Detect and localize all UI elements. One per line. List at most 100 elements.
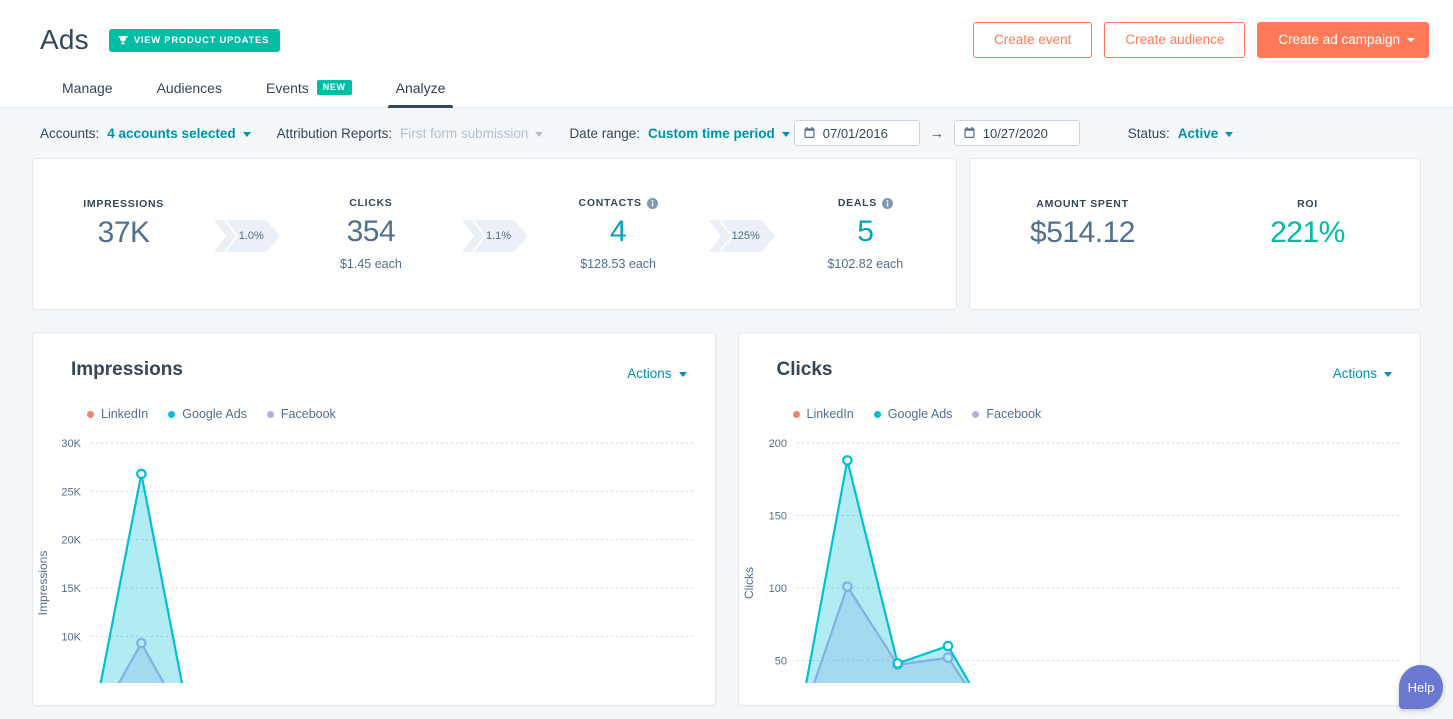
y-axis-tick-label: 200 (768, 438, 786, 450)
legend-dot-google-ads (873, 410, 881, 418)
metric-clicks: CLICKS 354 $1.45 each (280, 197, 461, 271)
metric-contacts-label-text: CONTACTS (578, 197, 642, 210)
metric-deals-value: 5 (857, 215, 874, 249)
chevron-down-icon (1225, 131, 1234, 137)
daterange-dropdown[interactable]: Custom time period (648, 126, 790, 141)
tab-audiences[interactable]: Audiences (135, 81, 244, 108)
legend-item-linkedin[interactable]: LinkedIn (792, 407, 854, 421)
chevron-down-icon (1407, 38, 1415, 42)
metric-clicks-label: CLICKS (349, 197, 393, 210)
chevron-down-icon (678, 371, 687, 377)
clicks-actions-label: Actions (1332, 365, 1377, 381)
clicks-chart-card: Clicks Actions LinkedIn Google Ads Faceb… (737, 332, 1421, 706)
create-audience-button[interactable]: Create audience (1104, 21, 1246, 59)
metric-roi-label: ROI (1297, 198, 1318, 211)
y-axis-tick-label: 10K (61, 631, 81, 643)
metric-contacts-label: CONTACTS (532, 197, 705, 209)
metric-clicks-sub: $1.45 each (339, 256, 402, 271)
metric-roi: ROI 221% (1195, 198, 1420, 270)
daterange-label: Date range: (569, 125, 640, 141)
header-actions: Create event Create audience Create ad c… (973, 21, 1429, 59)
status-dropdown[interactable]: Active (1178, 126, 1234, 141)
legend-item-google-ads[interactable]: Google Ads (873, 407, 952, 421)
tab-events[interactable]: Events NEW (244, 80, 374, 108)
legend-item-linkedin[interactable]: LinkedIn (87, 407, 148, 421)
app-header: Ads VIEW PRODUCT UPDATES Create event Cr… (0, 0, 1453, 108)
legend-item-facebook[interactable]: Facebook (972, 407, 1041, 421)
metric-clicks-value: 354 (346, 215, 396, 249)
funnel-metrics-card: IMPRESSIONS 37K 1.0% CLICKS 354 $1.45 ea… (32, 158, 957, 310)
charts-row: Impressions Actions LinkedIn Google Ads … (0, 310, 1453, 706)
metric-deals: DEALS 5 $102.82 each (775, 197, 956, 271)
clicks-plot-area[interactable]: 50 100 150 200 Clicks (739, 433, 1421, 683)
metric-roi-value: 221% (1270, 216, 1345, 250)
tab-audiences-label: Audiences (156, 80, 222, 96)
chevron-down-icon (1384, 371, 1392, 377)
conversion-rate-2-value: 1.1% (485, 230, 512, 242)
metric-amount-spent: AMOUNT SPENT $514.12 (970, 198, 1195, 270)
info-icon[interactable] (646, 197, 658, 209)
help-button[interactable]: Help (1399, 665, 1443, 709)
clicks-chart-header: Clicks Actions (739, 333, 1421, 381)
data-point[interactable] (942, 640, 953, 652)
legend-dot-google-ads (168, 410, 176, 418)
legend-label-facebook: Facebook (986, 407, 1042, 421)
data-point[interactable] (841, 455, 853, 466)
legend-label-linkedin: LinkedIn (806, 407, 854, 421)
view-product-updates-button[interactable]: VIEW PRODUCT UPDATES (108, 28, 281, 52)
metrics-row: IMPRESSIONS 37K 1.0% CLICKS 354 $1.45 ea… (0, 158, 1453, 310)
tab-manage[interactable]: Manage (40, 81, 135, 108)
accounts-value: 4 accounts selected (107, 125, 236, 141)
metric-amount-spent-value: $514.12 (1030, 216, 1135, 250)
tab-analyze[interactable]: Analyze (374, 81, 468, 108)
create-event-button[interactable]: Create event (973, 21, 1093, 59)
metric-contacts-sub: $128.53 each (580, 256, 656, 271)
daterange-value: Custom time period (647, 125, 775, 141)
date-end-value: 10/27/2020 (982, 125, 1048, 141)
legend-item-google-ads[interactable]: Google Ads (168, 407, 247, 421)
accounts-label: Accounts: (40, 125, 100, 141)
tab-events-label: Events (265, 79, 309, 96)
impressions-chart-card: Impressions Actions LinkedIn Google Ads … (32, 332, 716, 706)
view-product-updates-label: VIEW PRODUCT UPDATES (133, 34, 270, 46)
conversion-rate-contacts-to-deals: 125% (708, 216, 775, 256)
data-point[interactable] (136, 468, 147, 480)
metric-contacts-value: 4 (610, 215, 627, 249)
tab-manage-label: Manage (62, 80, 113, 96)
y-axis-tick-label: 150 (768, 511, 786, 523)
nav-tabs: Manage Audiences Events NEW Analyze (0, 62, 1453, 108)
help-label: Help (1407, 679, 1435, 695)
calendar-icon (804, 127, 815, 139)
data-point[interactable] (891, 658, 903, 669)
metric-impressions: IMPRESSIONS 37K (33, 198, 214, 270)
metric-deals-label-text: DEALS (837, 197, 877, 210)
legend-item-facebook[interactable]: Facebook (266, 407, 336, 421)
y-axis-tick-label: 50 (774, 656, 786, 668)
y-axis-title: Clicks (742, 567, 756, 599)
clicks-actions-dropdown[interactable]: Actions (1333, 366, 1392, 381)
info-icon[interactable] (881, 197, 893, 209)
create-ad-campaign-button[interactable]: Create ad campaign (1257, 21, 1429, 59)
legend-dot-facebook (266, 410, 274, 418)
y-axis-tick-label: 25K (61, 486, 81, 498)
attribution-dropdown[interactable]: First form submission (400, 125, 544, 141)
filter-bar: Accounts: 4 accounts selected Attributio… (0, 108, 1453, 158)
legend-dot-linkedin (87, 410, 94, 418)
impressions-actions-dropdown[interactable]: Actions (627, 365, 687, 381)
impressions-plot-area[interactable]: 10K 15K 20K 25K 30K Impressions (33, 433, 715, 683)
date-start-input[interactable]: 07/01/2016 (793, 120, 920, 146)
impressions-chart-title: Impressions (71, 359, 183, 380)
metric-deals-sub: $102.82 each (827, 256, 904, 271)
date-end-input[interactable]: 10/27/2020 (953, 120, 1080, 146)
attribution-value: First form submission (400, 125, 529, 141)
y-axis-tick-label: 15K (61, 583, 81, 595)
header-top-row: Ads VIEW PRODUCT UPDATES Create event Cr… (0, 0, 1453, 62)
page-title: Ads (40, 24, 89, 55)
conversion-rate-impressions-to-clicks: 1.0% (214, 216, 281, 256)
calendar-icon (964, 127, 975, 139)
impressions-actions-label: Actions (627, 365, 672, 381)
accounts-dropdown[interactable]: 4 accounts selected (107, 125, 251, 141)
legend-dot-linkedin (792, 410, 800, 418)
